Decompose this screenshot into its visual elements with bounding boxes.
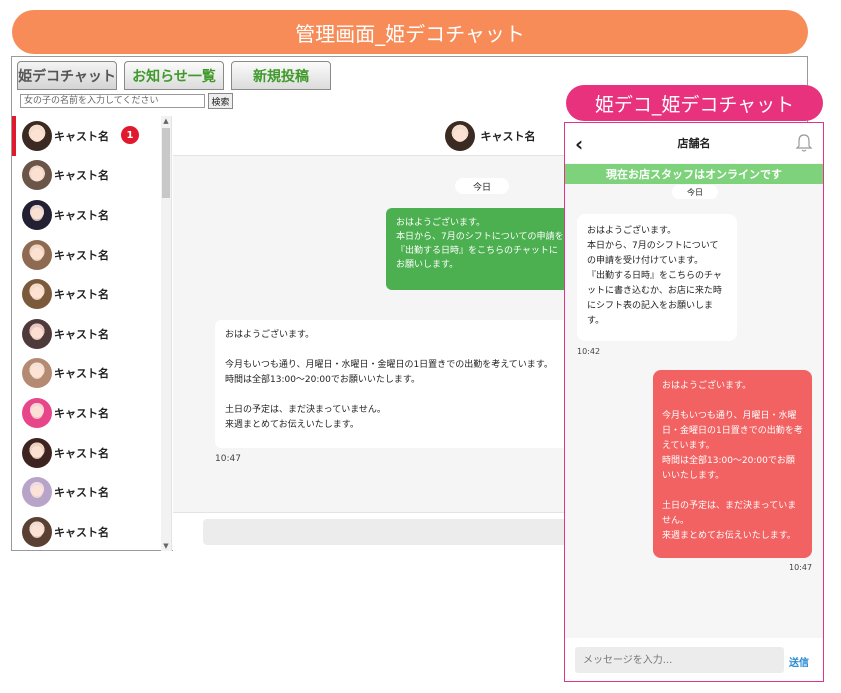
cast-avatar (22, 477, 52, 508)
cast-list-item[interactable]: キャスト名 (12, 235, 171, 275)
cast-avatar (22, 160, 52, 191)
cast-search-input[interactable] (20, 94, 205, 108)
chat-partner-avatar (444, 120, 475, 151)
cast-name: キャスト名 (54, 327, 109, 341)
cast-avatar (22, 437, 52, 468)
cast-list-item[interactable]: キャスト名 (12, 433, 171, 473)
cast-name: キャスト名 (54, 129, 109, 143)
scroll-thumb[interactable] (162, 128, 170, 198)
back-chevron-icon[interactable]: ‹ (575, 132, 583, 156)
cast-list-item[interactable]: キャスト名 (12, 354, 171, 394)
admin-message-input[interactable] (203, 519, 583, 545)
cast-list-item[interactable]: キャスト名 (12, 512, 171, 551)
message-timestamp: 10:47 (789, 563, 813, 572)
cast-avatar (22, 516, 52, 547)
tab-new-post[interactable]: 新規投稿 (231, 61, 331, 90)
scroll-up-arrow-icon[interactable]: ▲ (161, 116, 171, 126)
cast-name: キャスト名 (54, 248, 109, 262)
tab-news-list[interactable]: お知らせ一覧 (124, 61, 224, 90)
online-status-bar: 現在お店スタッフはオンラインです (565, 164, 823, 184)
phone-header: ‹ 店舗名 (565, 123, 823, 163)
cast-name: キャスト名 (54, 446, 109, 460)
cast-avatar (22, 397, 52, 428)
cast-message-bubble: おはようございます。 今月もいつも通り、月曜日・水曜日・金曜日の1日置きでの出勤… (653, 370, 812, 558)
message-timestamp: 10:47 (215, 454, 241, 464)
banner-title: 管理画面_姫デコチャット (295, 21, 525, 46)
phone-message-composer: 送信 (565, 638, 823, 681)
date-separator: 今日 (672, 185, 718, 199)
phone-chat-screen: ‹ 店舗名 現在お店スタッフはオンラインです 今日 おはようございます。 本日か… (564, 122, 824, 682)
cast-list-scrollbar[interactable]: ▲ ▼ (161, 116, 171, 551)
cast-list: キャスト名 1 キャスト名 キャスト名 キャスト名 キャスト名 キャスト名 キャ… (12, 116, 172, 551)
cast-name: キャスト名 (54, 288, 109, 302)
cast-list-item[interactable]: キャスト名 (12, 274, 171, 314)
cast-name: キャスト名 (54, 525, 109, 539)
cast-name: キャスト名 (54, 486, 109, 500)
message-input[interactable] (575, 647, 784, 673)
cast-list-item[interactable]: キャスト名 (12, 472, 171, 512)
cast-list-item[interactable]: キャスト名 (12, 393, 171, 433)
shop-message-bubble: おはようございます。 本日から、7月のシフトについての申請を受け付けています。 … (577, 214, 737, 341)
shop-name: 店舗名 (677, 137, 711, 150)
cast-avatar (22, 358, 52, 389)
cast-list-item[interactable]: キャスト名 (12, 156, 171, 196)
tab-hime-deco-chat[interactable]: 姫デコチャット (17, 61, 117, 90)
cast-avatar (22, 279, 52, 310)
cast-avatar (22, 199, 52, 230)
phone-label-text: 姫デコ_姫デコチャット (594, 93, 795, 116)
unread-badge: 1 (121, 126, 139, 144)
cast-name: キャスト名 (54, 367, 109, 381)
search-button[interactable]: 検索 (208, 93, 233, 109)
message-timestamp: 10:42 (577, 347, 601, 356)
cast-name: キャスト名 (54, 208, 109, 222)
scroll-down-arrow-icon[interactable]: ▼ (161, 541, 171, 551)
phone-screen-label: 姫デコ_姫デコチャット (566, 85, 823, 121)
cast-avatar (22, 120, 52, 151)
bell-icon[interactable] (795, 133, 813, 153)
send-button[interactable]: 送信 (789, 654, 809, 669)
cast-name: キャスト名 (54, 169, 109, 183)
cast-avatar (22, 239, 52, 270)
cast-list-item[interactable]: キャスト名 (12, 314, 171, 354)
cast-message-bubble: おはようございます。 今月もいつも通り、月曜日・水曜日・金曜日の1日置きでの出勤… (215, 320, 615, 448)
date-separator: 今日 (455, 178, 509, 194)
cast-list-item[interactable]: キャスト名 (12, 195, 171, 235)
cast-list-item[interactable]: キャスト名 1 (12, 116, 171, 156)
admin-screen-banner: 管理画面_姫デコチャット (12, 10, 808, 54)
cast-avatar (22, 318, 52, 349)
cast-name: キャスト名 (54, 406, 109, 420)
chat-partner-name: キャスト名 (480, 129, 536, 143)
